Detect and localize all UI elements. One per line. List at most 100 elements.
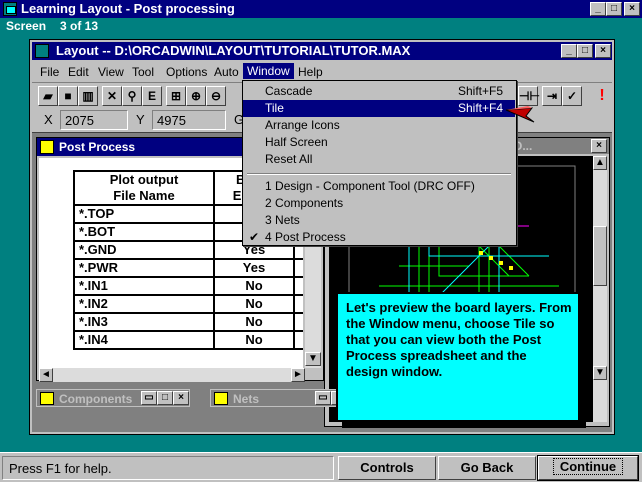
spreadsheet-title-icon — [40, 140, 54, 154]
query-icon[interactable]: ⚲ — [122, 86, 142, 106]
zoom-out-icon[interactable]: ⊖ — [206, 86, 226, 106]
scroll-up-icon[interactable]: ▲ — [593, 156, 607, 170]
layout-maximize-button[interactable]: □ — [577, 44, 593, 58]
table-cell-device[interactable]: GE — [295, 278, 303, 296]
table-cell-file-name[interactable]: *.GND — [73, 242, 215, 260]
table-cell-device[interactable]: GE — [295, 332, 303, 350]
menu-tool[interactable]: Tool — [132, 65, 154, 79]
pp-scroll-down-icon[interactable]: ▼ — [305, 352, 321, 366]
menu-item-window-2[interactable]: 2 Components — [243, 195, 515, 212]
table-cell-file-name[interactable]: *.IN4 — [73, 332, 215, 350]
table-cell-batch-enable[interactable]: No — [215, 332, 295, 350]
menu-options[interactable]: Options — [166, 65, 207, 79]
menu-item-arrange-icons[interactable]: Arrange Icons — [243, 117, 515, 134]
column-header-file-name[interactable]: Plot output File Name — [73, 170, 215, 206]
table-cell-file-name[interactable]: *.TOP — [73, 206, 215, 224]
table-cell-file-name[interactable]: *.BOT — [73, 224, 215, 242]
table-cell-batch-enable[interactable]: No — [215, 278, 295, 296]
help-text: Press F1 for help. — [9, 461, 112, 476]
table-cell-batch-enable[interactable]: No — [215, 296, 295, 314]
table-cell-file-name[interactable]: *.IN2 — [73, 296, 215, 314]
table-cell-file-name[interactable]: *.PWR — [73, 260, 215, 278]
status-bar: Press F1 for help. Controls Go Back Cont… — [0, 452, 642, 482]
table-cell-batch-enable[interactable]: Yes — [215, 260, 295, 278]
go-back-button[interactable]: Go Back — [438, 456, 536, 480]
outer-title-text: Learning Layout - Post processing — [21, 1, 235, 16]
scroll-thumb[interactable] — [593, 226, 607, 286]
tutorial-callout: Let's preview the board layers. From the… — [336, 292, 580, 422]
table-cell-device[interactable]: GE — [295, 296, 303, 314]
open-icon[interactable]: ▰ — [38, 86, 58, 106]
menu-item-window-3[interactable]: 3 Nets — [243, 212, 515, 229]
edit-icon[interactable]: E — [142, 86, 162, 106]
continue-button[interactable]: Continue — [537, 455, 639, 481]
outer-title-bar: Learning Layout - Post processing _ □ × — [0, 0, 642, 18]
menu-auto[interactable]: Auto — [214, 65, 239, 79]
screen-label: Screen — [6, 19, 47, 33]
zoom-in-icon[interactable]: ⊕ — [186, 86, 206, 106]
layout-title-bar: Layout -- D:\ORCADWIN\LAYOUT\TUTORIAL\TU… — [32, 42, 612, 60]
checkmark-icon: ✔ — [249, 230, 260, 244]
menu-edit[interactable]: Edit — [68, 65, 89, 79]
menu-item-tile[interactable]: Tile Shift+F4 — [243, 100, 515, 117]
spreadsheet-icon[interactable]: ⊞ — [166, 86, 186, 106]
nets-restore-button[interactable]: ▭ — [315, 391, 331, 405]
design-close-button[interactable]: × — [591, 139, 607, 153]
x-coordinate: 2075 — [60, 110, 128, 130]
post-process-horizontal-scrollbar[interactable]: ◄ ► — [39, 368, 305, 382]
table-cell-file-name[interactable]: *.IN1 — [73, 278, 215, 296]
y-label: Y — [136, 112, 145, 127]
table-cell-file-name[interactable]: *.IN3 — [73, 314, 215, 332]
delete-icon[interactable]: ✕ — [102, 86, 122, 106]
layout-minimize-button[interactable]: _ — [561, 44, 577, 58]
components-maximize-button[interactable]: □ — [157, 391, 173, 405]
callout-text: Let's preview the board layers. From the… — [346, 300, 572, 379]
menu-item-reset-all[interactable]: Reset All — [243, 151, 515, 168]
x-label: X — [44, 112, 53, 127]
help-text-panel: Press F1 for help. — [2, 456, 334, 480]
nets-window-icon — [214, 392, 228, 405]
menu-item-window-1[interactable]: 1 Design - Component Tool (DRC OFF) — [243, 178, 515, 195]
menu-window[interactable]: Window — [243, 63, 294, 79]
pp-scroll-left-icon[interactable]: ◄ — [39, 368, 53, 382]
components-minimized-window[interactable]: Components ▭ □ × — [36, 389, 190, 407]
components-close-button[interactable]: × — [173, 391, 189, 405]
screen-count: 3 of 13 — [60, 19, 99, 33]
save-icon[interactable]: ■ — [58, 86, 78, 106]
close-button[interactable]: × — [624, 2, 640, 16]
components-restore-button[interactable]: ▭ — [141, 391, 157, 405]
layout-close-button[interactable]: × — [595, 44, 611, 58]
design-vertical-scrollbar[interactable]: ▲ ▼ — [593, 156, 607, 422]
table-cell-batch-enable[interactable]: No — [215, 314, 295, 332]
app-icon[interactable] — [3, 2, 17, 16]
check-icon[interactable]: ✓ — [562, 86, 582, 106]
post-process-title-text: Post Process — [59, 140, 136, 154]
minimize-button[interactable]: _ — [590, 2, 606, 16]
components-window-icon — [40, 392, 54, 405]
menu-file[interactable]: File — [40, 65, 59, 79]
menu-item-half-screen[interactable]: Half Screen — [243, 134, 515, 151]
reconnect-icon[interactable]: ⇥ — [542, 86, 562, 106]
window-menu-dropdown: Cascade Shift+F5 Tile Shift+F4 Arrange I… — [242, 80, 517, 246]
y-coordinate: 4975 — [152, 110, 226, 130]
menu-view[interactable]: View — [98, 65, 124, 79]
screen-counter: Screen 3 of 13 — [0, 18, 200, 34]
menu-bar: File Edit View Tool Options Auto Window … — [32, 62, 612, 80]
menu-separator — [247, 173, 511, 175]
pp-scroll-right-icon[interactable]: ► — [291, 368, 305, 382]
layout-app-icon[interactable] — [35, 44, 49, 58]
components-window-title: Components — [59, 392, 133, 406]
nets-window-title: Nets — [233, 392, 260, 406]
alert-icon[interactable]: ! — [594, 87, 610, 105]
scroll-down-icon[interactable]: ▼ — [593, 366, 607, 380]
menu-item-window-4[interactable]: ✔ 4 Post Process — [243, 229, 515, 246]
library-icon[interactable]: ▥ — [78, 86, 98, 106]
maximize-button[interactable]: □ — [606, 2, 622, 16]
table-cell-device[interactable]: GE — [295, 314, 303, 332]
menu-item-cascade[interactable]: Cascade Shift+F5 — [243, 83, 515, 100]
table-cell-device[interactable]: GE — [295, 260, 303, 278]
controls-button[interactable]: Controls — [338, 456, 436, 480]
connection-icon[interactable]: ⊣⊢ — [518, 86, 540, 106]
layout-title-text: Layout -- D:\ORCADWIN\LAYOUT\TUTORIAL\TU… — [56, 43, 411, 58]
menu-help[interactable]: Help — [298, 65, 323, 79]
